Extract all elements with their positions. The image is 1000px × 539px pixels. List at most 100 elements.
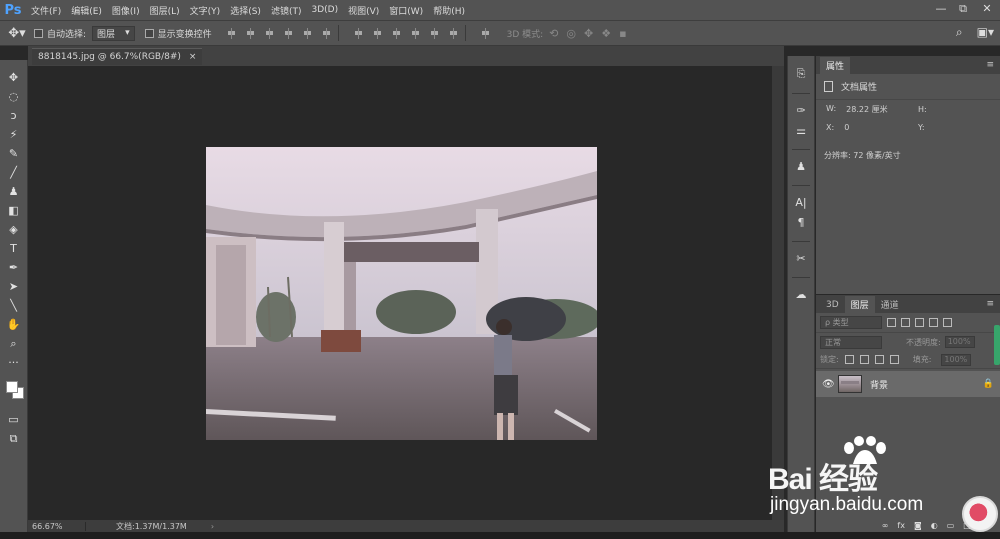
auto-select-checkbox[interactable] bbox=[34, 28, 43, 38]
pen-tool-icon[interactable]: ✒ bbox=[4, 258, 24, 277]
lock-transparent-icon[interactable] bbox=[844, 355, 854, 364]
status-menu-arrow[interactable]: › bbox=[211, 522, 214, 531]
3d-roll-icon[interactable]: ◎ bbox=[566, 27, 576, 40]
zoom-tool-icon[interactable]: ⌕ bbox=[4, 334, 24, 353]
zoom-level[interactable]: 66.67% bbox=[28, 521, 86, 531]
y-field[interactable]: Y: bbox=[908, 123, 1000, 132]
move-tool-preset-icon[interactable]: ✥▾ bbox=[0, 26, 34, 41]
lasso-tool-icon[interactable]: ↄ bbox=[4, 106, 24, 125]
panel-menu-icon[interactable]: ≡ bbox=[986, 60, 994, 70]
filter-shape-icon[interactable] bbox=[929, 318, 938, 327]
screen-mode-icon[interactable]: ⧉ bbox=[4, 429, 24, 448]
magic-wand-tool-icon[interactable]: ⚡ bbox=[4, 125, 24, 144]
tool-presets-icon[interactable]: ✂ bbox=[791, 248, 811, 268]
distribute-vcenter-icon[interactable] bbox=[371, 27, 383, 39]
3d-rotate-icon[interactable]: ⟲ bbox=[549, 27, 558, 40]
history-icon[interactable]: ⎘ bbox=[791, 64, 811, 84]
quick-mask-icon[interactable]: ▭ bbox=[4, 410, 24, 429]
align-right-icon[interactable] bbox=[320, 27, 332, 39]
menu-type[interactable]: 文字(Y) bbox=[185, 4, 226, 17]
brush-settings-icon[interactable]: ✑ bbox=[791, 100, 811, 120]
stamp-tool-icon[interactable]: ♟ bbox=[4, 182, 24, 201]
eraser-tool-icon[interactable]: ◧ bbox=[4, 201, 24, 220]
menu-view[interactable]: 视图(V) bbox=[343, 4, 384, 17]
lock-position-icon[interactable] bbox=[874, 355, 884, 364]
move-tool-icon[interactable]: ✥ bbox=[4, 68, 24, 87]
lock-image-icon[interactable] bbox=[859, 355, 869, 364]
layer-row[interactable]: 👁 背景 🔒 bbox=[816, 371, 1000, 397]
fx-icon[interactable]: fx bbox=[897, 521, 905, 530]
filter-type-icon[interactable] bbox=[915, 318, 924, 327]
menu-edit[interactable]: 编辑(E) bbox=[66, 4, 107, 17]
color-swatches[interactable] bbox=[3, 378, 25, 402]
x-field[interactable]: X: 0 bbox=[816, 123, 908, 132]
menu-layer[interactable]: 图层(L) bbox=[145, 4, 185, 17]
height-field[interactable]: H: bbox=[908, 105, 1000, 114]
brush-tool-icon[interactable]: ╱ bbox=[4, 163, 24, 182]
distribute-left-icon[interactable] bbox=[409, 27, 421, 39]
workspace-icon[interactable]: ▣▾ bbox=[977, 25, 994, 40]
show-transform-checkbox[interactable] bbox=[144, 28, 154, 38]
clone-source-icon[interactable]: ♟ bbox=[791, 156, 811, 176]
document-tab[interactable]: 8818145.jpg @ 66.7%(RGB/8#) × bbox=[32, 48, 203, 65]
path-select-tool-icon[interactable]: ➤ bbox=[4, 277, 24, 296]
menu-window[interactable]: 窗口(W) bbox=[384, 4, 428, 17]
adjustment-layer-icon[interactable]: ◐ bbox=[931, 521, 938, 530]
restore-button[interactable]: ⧉ bbox=[952, 0, 974, 18]
more-tools-icon[interactable]: ··· bbox=[4, 353, 24, 372]
filter-pixel-icon[interactable] bbox=[887, 318, 896, 327]
foreground-color-swatch[interactable] bbox=[5, 381, 18, 393]
distribute-hcenter-icon[interactable] bbox=[428, 27, 440, 39]
menu-help[interactable]: 帮助(H) bbox=[428, 4, 470, 17]
width-field[interactable]: W: 28.22 厘米 bbox=[816, 104, 908, 115]
link-layers-icon[interactable]: ∞ bbox=[882, 521, 889, 530]
distribute-bottom-icon[interactable] bbox=[390, 27, 402, 39]
close-button[interactable]: ✕ bbox=[974, 0, 1000, 18]
type-tool-icon[interactable]: T bbox=[4, 239, 24, 258]
menu-image[interactable]: 图像(I) bbox=[107, 4, 145, 17]
tab-channels[interactable]: 通道 bbox=[875, 296, 905, 313]
filter-adjustment-icon[interactable] bbox=[901, 318, 910, 327]
tab-properties[interactable]: 属性 bbox=[820, 57, 851, 74]
marquee-tool-icon[interactable]: ◌ bbox=[4, 87, 24, 106]
3d-slide-icon[interactable]: ❖ bbox=[601, 27, 611, 40]
align-top-icon[interactable] bbox=[225, 27, 237, 39]
libraries-icon[interactable]: ☁ bbox=[791, 284, 811, 304]
menu-3d[interactable]: 3D(D) bbox=[306, 5, 343, 15]
distribute-top-icon[interactable] bbox=[352, 27, 364, 39]
adjustments-icon[interactable]: ⚌ bbox=[791, 120, 811, 140]
tab-3d[interactable]: 3D bbox=[820, 296, 845, 313]
fill-input[interactable]: 100% bbox=[941, 353, 972, 366]
document-image[interactable] bbox=[206, 147, 597, 440]
align-left-icon[interactable] bbox=[282, 27, 294, 39]
tab-close-icon[interactable]: × bbox=[189, 52, 197, 62]
minimize-button[interactable]: — bbox=[930, 0, 952, 18]
align-bottom-icon[interactable] bbox=[263, 27, 275, 39]
3d-pan-icon[interactable]: ✥ bbox=[584, 27, 593, 40]
tab-layers[interactable]: 图层 bbox=[844, 296, 875, 313]
filter-smart-object-icon[interactable] bbox=[943, 318, 952, 327]
paragraph-icon[interactable]: ¶ bbox=[791, 212, 811, 232]
group-icon[interactable]: ▭ bbox=[947, 521, 955, 530]
blend-mode-select[interactable]: 正常 bbox=[820, 335, 882, 349]
menu-file[interactable]: 文件(F) bbox=[26, 4, 66, 17]
panel-menu-icon[interactable]: ≡ bbox=[986, 299, 994, 309]
line-tool-icon[interactable]: ╲ bbox=[4, 296, 24, 315]
search-icon[interactable]: ⌕ bbox=[956, 25, 963, 40]
opacity-input[interactable]: 100% bbox=[944, 336, 975, 348]
auto-align-icon[interactable] bbox=[479, 27, 491, 39]
eyedropper-tool-icon[interactable]: ✎ bbox=[4, 144, 24, 163]
menu-filter[interactable]: 滤镜(T) bbox=[266, 4, 307, 17]
hand-tool-icon[interactable]: ✋ bbox=[4, 315, 24, 334]
character-icon[interactable]: A| bbox=[791, 192, 811, 212]
side-collapse-tab[interactable] bbox=[994, 325, 1000, 365]
eye-icon[interactable]: 👁 bbox=[822, 379, 838, 390]
mask-icon[interactable]: ◙ bbox=[914, 521, 922, 530]
auto-select-dropdown[interactable]: 图层 ▾ bbox=[92, 25, 135, 41]
menu-select[interactable]: 选择(S) bbox=[225, 4, 266, 17]
lock-all-icon[interactable] bbox=[889, 355, 899, 364]
align-hcenter-icon[interactable] bbox=[301, 27, 313, 39]
align-vcenter-icon[interactable] bbox=[244, 27, 256, 39]
3d-scale-icon[interactable]: ▪ bbox=[619, 27, 626, 40]
distribute-right-icon[interactable] bbox=[447, 27, 459, 39]
